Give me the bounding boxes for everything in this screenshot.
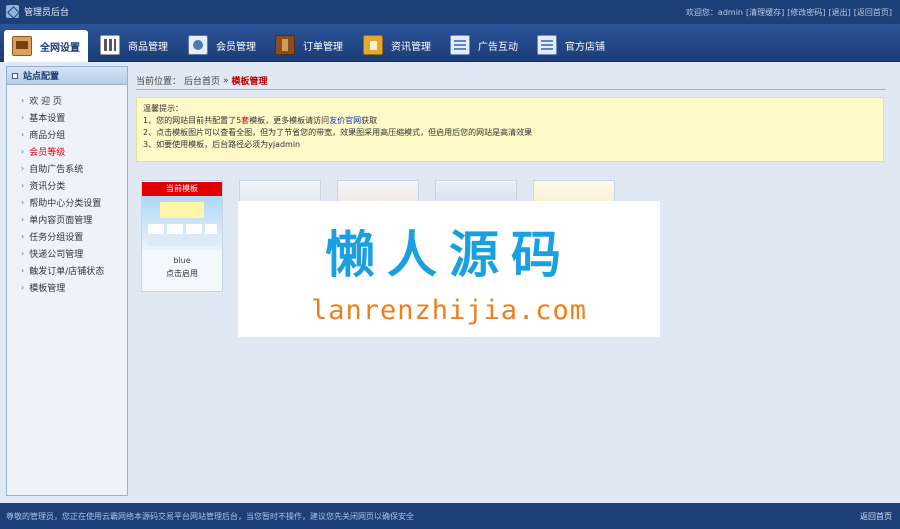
nav-tab-members[interactable]: 会员管理: [180, 30, 264, 60]
watermark-title: 懒人源码: [325, 226, 573, 284]
sidebar-item-label: 基本设置: [29, 114, 66, 124]
sidebar-item-label: 资讯分类: [29, 182, 66, 192]
nav-tab-goods[interactable]: 商品管理: [92, 30, 176, 60]
template-count: 5套: [236, 116, 250, 125]
sidebar-item-label: 单内容页面管理: [29, 216, 93, 226]
arrow-icon: ›: [21, 96, 25, 105]
tips-text: 1、您的网站目前共配置了: [143, 116, 237, 125]
nav-tab-ads[interactable]: 广告互动: [442, 30, 526, 60]
sidebar-item-label: 欢 迎 页: [29, 97, 62, 107]
sidebar-item-trigger-status[interactable]: › 触发订单/店铺状态: [7, 262, 127, 279]
sidebar-item-label: 模板管理: [29, 284, 66, 294]
shop-icon: [537, 35, 557, 55]
arrow-icon: ›: [21, 266, 25, 275]
sidebar-item-templates[interactable]: › 模板管理: [7, 279, 127, 296]
sidebar-item-news-categories[interactable]: › 资讯分类: [7, 177, 127, 194]
sidebar-item-task-groups[interactable]: › 任务分组设置: [7, 228, 127, 245]
footer-message: 尊敬的管理员，您正在使用云霸网络本源码交易平台网站管理后台，当您暂时不操作，建议…: [6, 512, 414, 521]
current-template-badge: 当前模板: [142, 182, 222, 196]
nav-tab-official-store[interactable]: 官方店铺: [529, 30, 613, 60]
sidebar-item-welcome[interactable]: › 欢 迎 页: [7, 92, 127, 109]
logout-link[interactable]: [退出]: [829, 7, 851, 18]
sidebar-item-single-pages[interactable]: › 单内容页面管理: [7, 211, 127, 228]
nav-tab-orders[interactable]: 订单管理: [267, 30, 351, 60]
arrow-icon: ›: [21, 232, 25, 241]
sidebar-item-ad-system[interactable]: › 自助广告系统: [7, 160, 127, 177]
top-links: 欢迎您：admin [清理缓存] [修改密码] [退出] [返回首页]: [686, 7, 892, 18]
sidebar-menu: › 欢 迎 页 › 基本设置 › 商品分组 › 会员等级 › 自助广告系统 › 资讯分类 ›…: [7, 85, 127, 296]
watermark-url: lanrenzhijia.com: [310, 295, 588, 326]
breadcrumb-separator: »: [223, 75, 229, 86]
nav-label: 订单管理: [303, 41, 343, 53]
arrow-icon: ›: [21, 249, 25, 258]
brand-title: 管理员后台: [24, 8, 70, 18]
tips-line-2: 2、点击模板图片可以查看全图，但为了节省您的带宽，效果图采用高压缩模式，但启用后…: [143, 128, 533, 137]
nav-tab-site-settings[interactable]: 全网设置: [4, 30, 88, 62]
nav-label: 官方店铺: [565, 41, 605, 53]
footer: 尊敬的管理员，您正在使用云霸网络本源码交易平台网站管理后台，当您暂时不操作，建议…: [0, 503, 900, 529]
arrow-icon: ›: [21, 164, 25, 173]
nav-tab-news[interactable]: 资讯管理: [355, 30, 439, 60]
sidebar-item-goods-groups[interactable]: › 商品分组: [7, 126, 127, 143]
sidebar-item-label: 会员等级: [29, 148, 66, 158]
tips-text: 模板，更多模板请访问: [249, 116, 330, 125]
watermark-overlay: 懒人源码 lanrenzhijia.com: [238, 201, 660, 337]
template-name: blue: [173, 256, 191, 265]
nav-label: 全网设置: [40, 42, 80, 54]
arrow-icon: ›: [21, 113, 25, 122]
footer-return-home-link[interactable]: 返回首页: [860, 511, 892, 522]
arrow-icon: ›: [21, 130, 25, 139]
sidebar-item-basic-settings[interactable]: › 基本设置: [7, 109, 127, 126]
top-bar: 管理员后台 欢迎您：admin [清理缓存] [修改密码] [退出] [返回首页…: [0, 0, 900, 24]
nav-label: 广告互动: [478, 41, 518, 53]
tips-line-3: 3、如要使用模板，后台路径必须为yjadmin: [143, 140, 301, 149]
member-icon: [188, 35, 208, 55]
tips-title: 温馨提示：: [143, 104, 183, 113]
breadcrumb-home-link[interactable]: 后台首页: [184, 74, 220, 87]
welcome-text: 欢迎您：admin: [685, 8, 743, 17]
arrow-icon: ›: [21, 147, 25, 156]
main-nav: 全网设置 商品管理 会员管理 订单管理 资讯管理 广告互动 官方店铺: [0, 24, 900, 62]
sidebar-item-label: 商品分组: [29, 131, 66, 141]
official-site-link[interactable]: 友价官网: [329, 116, 361, 125]
clear-cache-link[interactable]: [清理缓存]: [746, 7, 784, 18]
tips-line-1: 1、您的网站目前共配置了5套模板，更多模板请访问友价官网获取: [143, 115, 877, 127]
sidebar-title: 站点配置: [23, 72, 60, 82]
collapse-icon: [12, 72, 18, 79]
change-password-link[interactable]: [修改密码]: [787, 7, 825, 18]
goods-icon: [100, 35, 120, 55]
template-card: 当前模板 blue 点击启用: [141, 180, 223, 292]
sidebar: 站点配置 › 欢 迎 页 › 基本设置 › 商品分组 › 会员等级 › 自助广告系统 › 资…: [6, 66, 128, 496]
sidebar-header[interactable]: 站点配置: [7, 67, 127, 85]
sidebar-item-label: 帮助中心分类设置: [29, 199, 102, 209]
ad-icon: [450, 35, 470, 55]
sidebar-item-label: 快递公司管理: [29, 250, 84, 260]
sidebar-item-couriers[interactable]: › 快递公司管理: [7, 245, 127, 262]
news-icon: [363, 35, 383, 55]
sidebar-item-label: 自助广告系统: [29, 165, 84, 175]
breadcrumb: 当前位置： 后台首页 » 模板管理: [136, 72, 886, 90]
arrow-icon: ›: [21, 181, 25, 190]
home-icon: [12, 36, 32, 56]
nav-label: 资讯管理: [391, 41, 431, 53]
template-preview-image[interactable]: 当前模板: [142, 182, 222, 250]
nav-label: 商品管理: [128, 41, 168, 53]
arrow-icon: ›: [21, 215, 25, 224]
sidebar-item-label: 任务分组设置: [29, 233, 84, 243]
arrow-icon: ›: [21, 283, 25, 292]
breadcrumb-prefix: 当前位置：: [136, 77, 182, 87]
arrow-icon: ›: [21, 198, 25, 207]
tips-box: 温馨提示： 1、您的网站目前共配置了5套模板，更多模板请访问友价官网获取 2、点…: [136, 97, 884, 162]
nav-label: 会员管理: [216, 41, 256, 53]
order-icon: [275, 35, 295, 55]
logo-icon: [6, 5, 19, 18]
breadcrumb-current: 模板管理: [231, 77, 268, 87]
brand: 管理员后台: [6, 5, 69, 18]
sidebar-item-member-levels[interactable]: › 会员等级: [7, 143, 127, 160]
sidebar-item-help-categories[interactable]: › 帮助中心分类设置: [7, 194, 127, 211]
sidebar-item-label: 触发订单/店铺状态: [29, 267, 105, 277]
tips-text: 获取: [361, 116, 378, 125]
return-home-link[interactable]: [返回首页]: [854, 7, 892, 18]
enable-template-link[interactable]: 点击启用: [142, 268, 222, 279]
